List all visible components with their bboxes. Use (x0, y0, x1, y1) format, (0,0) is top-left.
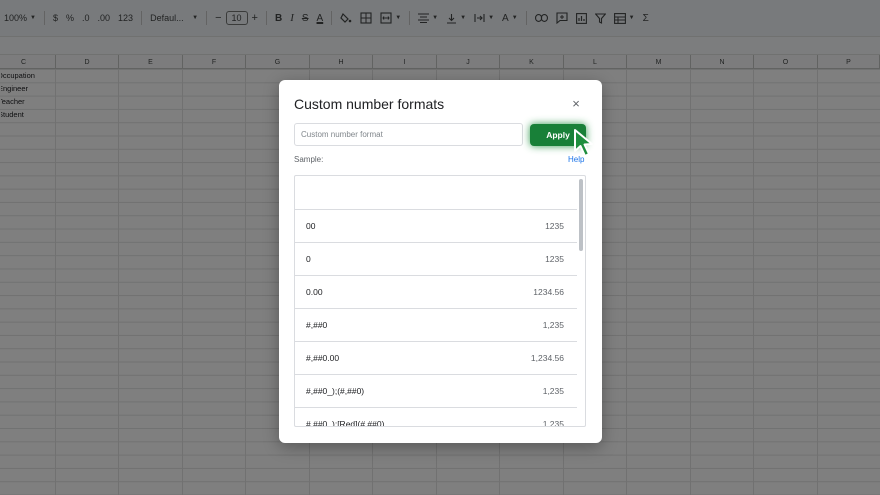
format-sample: 1,234.56 (530, 353, 564, 363)
format-pattern: 0 (306, 254, 311, 264)
format-option[interactable]: 0.00 1234.56 (295, 276, 577, 309)
format-option[interactable]: #,##0_);(#,##0) 1,235 (295, 375, 577, 408)
format-sample: 1,235 (542, 386, 564, 396)
format-sample: 1235 (545, 221, 564, 231)
custom-format-input[interactable] (294, 123, 523, 146)
format-sample: 1,235 (542, 419, 564, 427)
format-option[interactable]: 0 1235 (295, 243, 577, 276)
format-sample: 1235 (545, 254, 564, 264)
format-pattern: #,##0.00 (306, 353, 340, 363)
format-pattern: #,##0 (306, 320, 328, 330)
format-sample: 1,235 (542, 320, 564, 330)
dialog-title: Custom number formats (294, 96, 445, 112)
format-pattern: 0.00 (306, 287, 323, 297)
format-pattern: #,##0_);(#,##0) (306, 386, 365, 396)
format-option[interactable]: #,##0_);[Red](#,##0) 1,235 (295, 408, 577, 427)
format-option[interactable]: #,##0 1,235 (295, 309, 577, 342)
custom-number-formats-dialog: Custom number formats × Apply Sample: He… (279, 80, 602, 443)
sample-label: Sample: (294, 155, 324, 164)
close-icon[interactable]: × (568, 95, 584, 111)
format-list[interactable]: 00 1235 0 1235 0.00 1234.56 #,##0 1,235 … (294, 175, 586, 427)
format-option[interactable]: #,##0.00 1,234.56 (295, 342, 577, 375)
list-scrollbar[interactable] (579, 179, 583, 251)
format-option[interactable]: 00 1235 (295, 210, 577, 243)
format-pattern: 00 (306, 221, 316, 231)
format-sample: 1234.56 (533, 287, 564, 297)
sample-preview (295, 176, 577, 210)
pointer-cursor-icon (574, 129, 593, 157)
format-pattern: #,##0_);[Red](#,##0) (306, 419, 385, 427)
